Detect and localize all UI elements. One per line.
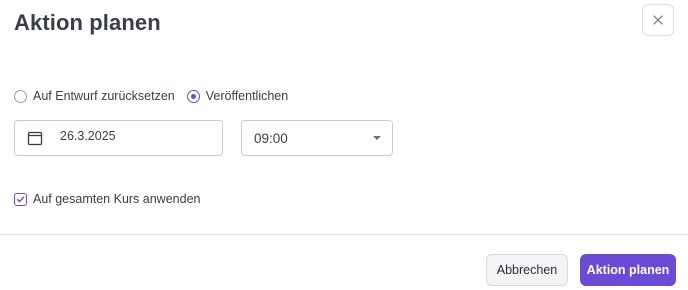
- close-icon: [653, 15, 663, 25]
- schedule-action-dialog: Aktion planen Auf Entwurf zurücksetzen V…: [0, 0, 688, 290]
- calendar-icon: [27, 131, 43, 146]
- radio-reset-draft-label: Auf Entwurf zurücksetzen: [33, 89, 175, 103]
- checkmark-icon: [16, 196, 25, 202]
- apply-course-label: Auf gesamten Kurs anwenden: [33, 192, 201, 206]
- chevron-down-icon: [373, 136, 381, 140]
- time-select[interactable]: 09:00: [241, 120, 393, 156]
- time-value: 09:00: [254, 130, 288, 146]
- date-value: 26.3.2025: [60, 129, 116, 143]
- apply-course-option[interactable]: Auf gesamten Kurs anwenden: [14, 192, 200, 206]
- action-radio-group: Auf Entwurf zurücksetzen Veröffentlichen: [14, 89, 288, 103]
- schedule-action-button[interactable]: Aktion planen: [580, 254, 676, 286]
- date-picker-field[interactable]: 26.3.2025: [14, 120, 223, 156]
- close-button[interactable]: [642, 4, 674, 36]
- radio-option-reset-draft[interactable]: Auf Entwurf zurücksetzen: [14, 89, 175, 103]
- dialog-title: Aktion planen: [14, 10, 161, 35]
- apply-course-checkbox[interactable]: [14, 192, 27, 206]
- radio-reset-draft[interactable]: [14, 89, 27, 103]
- radio-publish-label: Veröffentlichen: [205, 89, 289, 103]
- footer-divider: [0, 234, 688, 235]
- cancel-button[interactable]: Abbrechen: [486, 254, 568, 286]
- radio-publish[interactable]: [186, 89, 200, 103]
- radio-option-publish[interactable]: Veröffentlichen: [186, 89, 289, 103]
